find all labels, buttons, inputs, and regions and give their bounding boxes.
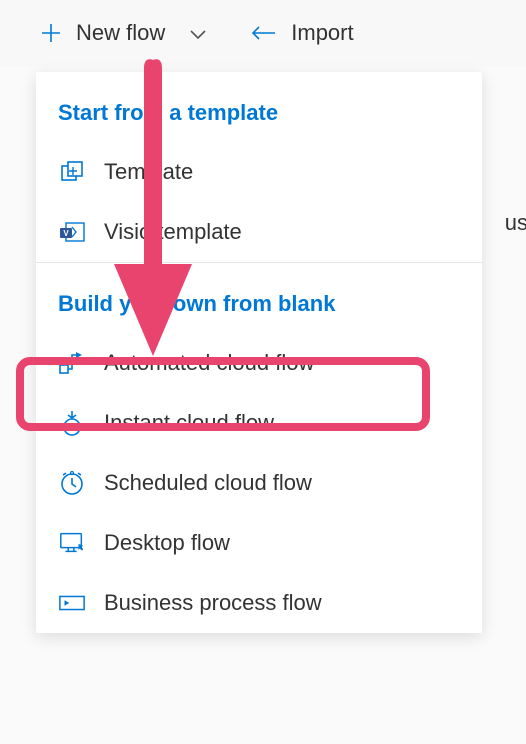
- business-process-icon: [58, 589, 86, 617]
- menu-item-label: Desktop flow: [104, 530, 230, 556]
- menu-item-label: Business process flow: [104, 590, 322, 616]
- menu-item-template[interactable]: Template: [36, 142, 482, 202]
- menu-item-visio-template[interactable]: V Visio template: [36, 202, 482, 262]
- import-arrow-icon: [247, 24, 277, 42]
- new-flow-label: New flow: [76, 20, 165, 46]
- menu-item-label: Scheduled cloud flow: [104, 470, 312, 496]
- template-icon: [58, 158, 86, 186]
- toolbar: New flow Import: [0, 0, 526, 66]
- import-label: Import: [291, 20, 353, 46]
- new-flow-dropdown: Start from a template Template V Visio t…: [36, 72, 482, 633]
- svg-text:V: V: [63, 229, 69, 238]
- menu-item-label: Automated cloud flow: [104, 350, 314, 376]
- section-header-template: Start from a template: [36, 72, 482, 142]
- chevron-down-icon: [189, 20, 207, 46]
- scheduled-flow-icon: [58, 469, 86, 497]
- new-flow-button[interactable]: New flow: [40, 20, 207, 46]
- plus-icon: [40, 22, 62, 44]
- automated-flow-icon: [58, 349, 86, 377]
- menu-item-business-process-flow[interactable]: Business process flow: [36, 573, 482, 633]
- background-partial-text: us: [505, 210, 526, 236]
- instant-flow-icon: [58, 409, 86, 437]
- menu-item-automated-cloud-flow[interactable]: Automated cloud flow: [36, 333, 482, 393]
- section-header-blank: Build your own from blank: [36, 263, 482, 333]
- menu-item-instant-cloud-flow[interactable]: Instant cloud flow: [36, 393, 482, 453]
- menu-item-desktop-flow[interactable]: Desktop flow: [36, 513, 482, 573]
- visio-icon: V: [58, 218, 86, 246]
- import-button[interactable]: Import: [247, 20, 353, 46]
- menu-item-scheduled-cloud-flow[interactable]: Scheduled cloud flow: [36, 453, 482, 513]
- desktop-flow-icon: [58, 529, 86, 557]
- menu-item-label: Instant cloud flow: [104, 410, 274, 436]
- menu-item-label: Template: [104, 159, 193, 185]
- menu-item-label: Visio template: [104, 219, 242, 245]
